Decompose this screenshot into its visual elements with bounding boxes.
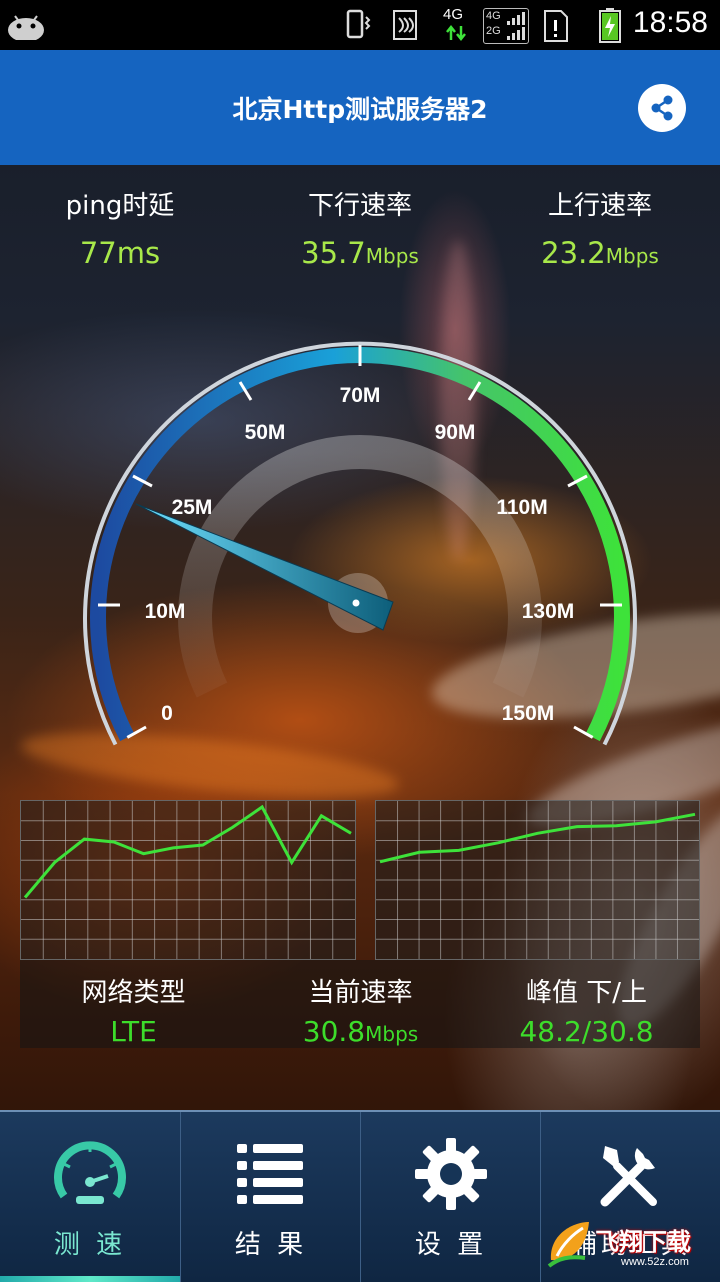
gauge-label-110m: 110M (496, 496, 547, 519)
tab-settings[interactable]: 设 置 (360, 1112, 541, 1282)
network-type-label: 4G (443, 6, 464, 23)
watermark-url: www.52z.com (621, 1256, 689, 1268)
watermark: 飞翔下载 www.52z.com (545, 1212, 715, 1272)
peak-info: 峰值 下/上 48.2/30.8 (473, 972, 700, 1048)
title-bar: 北京Http测试服务器2 (0, 50, 720, 165)
signal-box: 4G 2G (483, 8, 529, 44)
gauge-hub (352, 599, 360, 607)
sim-alert-icon (544, 10, 568, 42)
current-rate-info: 当前速率 30.8Mbps (247, 972, 474, 1048)
tab-speed-test[interactable]: 测 速 (0, 1112, 180, 1282)
active-tab-indicator (0, 1276, 180, 1282)
signal-4g-label: 4G (486, 10, 501, 22)
upload-graph (375, 800, 700, 960)
nfc-icon (393, 10, 417, 40)
download-unit: Mbps (365, 244, 419, 268)
download-value-row: 35.7Mbps (240, 236, 480, 270)
tab-settings-label: 设 置 (414, 1230, 488, 1260)
data-arrows-icon (446, 24, 466, 42)
tab-speed-test-label: 测 速 (53, 1230, 127, 1260)
upload-value-row: 23.2Mbps (480, 236, 720, 270)
download-value: 35.7 (301, 236, 366, 270)
download-stat: 下行速率 35.7Mbps (240, 185, 480, 270)
gauge-label-0: 0 (161, 702, 173, 725)
gauge-label-25m: 25M (172, 496, 213, 519)
gear-icon (415, 1138, 487, 1210)
network-type-title: 网络类型 (81, 978, 186, 1008)
ping-label: ping时延 (65, 191, 175, 221)
network-type-info: 网络类型 LTE (20, 972, 247, 1048)
android-icon (8, 15, 44, 40)
server-title: 北京Http测试服务器2 (232, 95, 488, 124)
ping-stat: ping时延 77ms (0, 185, 240, 270)
signal-icon (507, 12, 525, 40)
gauge-label-70m: 70M (340, 384, 381, 407)
share-button[interactable] (638, 84, 686, 132)
share-icon (651, 95, 673, 121)
gauge-label-150m: 150M (502, 702, 555, 725)
upload-unit: Mbps (605, 244, 659, 268)
tab-results[interactable]: 结 果 (180, 1112, 361, 1282)
current-rate-unit: Mbps (365, 1022, 419, 1046)
current-rate-row: 30.8Mbps (247, 1015, 474, 1048)
download-graph-plot (21, 801, 355, 959)
clock: 18:58 (632, 6, 708, 39)
tab-results-label: 结 果 (234, 1230, 308, 1260)
peak-title: 峰值 下/上 (525, 978, 648, 1008)
gauge-label-10m: 10M (145, 600, 186, 623)
peak-value: 48.2/30.8 (519, 1015, 654, 1048)
signal-2g-label: 2G (486, 25, 501, 37)
status-bar: 4G 4G 2G 18:58 (0, 0, 720, 50)
list-icon (237, 1144, 303, 1204)
gauge-label-50m: 50M (245, 421, 286, 444)
upload-graph-plot (376, 801, 699, 959)
speedometer-icon (54, 1141, 126, 1204)
info-panel: 网络类型 LTE 当前速率 30.8Mbps 峰值 下/上 48.2/30.8 (20, 960, 700, 1048)
watermark-text: 飞翔下载 (595, 1228, 691, 1256)
tools-icon (600, 1146, 657, 1207)
upload-stat: 上行速率 23.2Mbps (480, 185, 720, 270)
ping-value: 77ms (79, 236, 161, 270)
speed-gauge: 0 10M 25M 50M 70M 90M 110M 130M 150M (83, 341, 637, 746)
battery-charging-icon (599, 8, 621, 43)
speed-series-line (379, 812, 696, 864)
download-graph (20, 800, 356, 960)
current-rate-value: 30.8 (302, 1015, 366, 1048)
network-type-value: LTE (110, 1015, 157, 1048)
current-rate-title: 当前速率 (308, 978, 413, 1008)
upload-value: 23.2 (541, 236, 606, 270)
download-label: 下行速率 (307, 191, 412, 221)
gauge-inner-ring (178, 435, 542, 698)
vibrate-icon (346, 9, 371, 39)
upload-label: 上行速率 (547, 191, 652, 221)
gauge-label-90m: 90M (435, 421, 476, 444)
watermark-logo (547, 1222, 589, 1268)
gauge-label-130m: 130M (522, 600, 575, 623)
